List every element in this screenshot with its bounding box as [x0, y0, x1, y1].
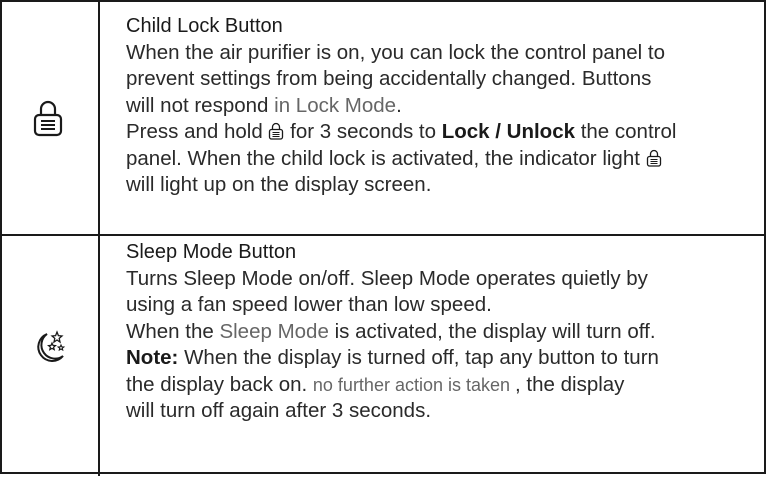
- text: Turns Sleep Mode on/off. Sleep Mode oper…: [126, 267, 648, 290]
- text-line: panel. When the child lock is activated,…: [126, 146, 746, 172]
- text-line: using a fan speed lower than low speed.: [126, 292, 746, 318]
- text: When the air purifier is on, you can loc…: [126, 41, 665, 64]
- text: prevent settings from being accidentally…: [126, 67, 652, 91]
- sleep-mode-row: Sleep Mode Button Turns Sleep Mode on/of…: [2, 234, 766, 476]
- text: will light up on the display screen.: [126, 173, 432, 197]
- text-line: When the air purifier is on, you can loc…: [126, 40, 746, 66]
- text: Sleep Mode: [219, 319, 329, 343]
- text-line: the display back on. no further action i…: [126, 372, 746, 398]
- text-line: Press and hold for 3 seconds to Lock / U…: [126, 119, 746, 145]
- text-line: will not respond in Lock Mode.: [126, 93, 746, 119]
- padlock-icon: [646, 149, 661, 167]
- text: will turn off again after 3 seconds.: [126, 399, 432, 423]
- text: Press and hold: [126, 120, 269, 144]
- text: When the: [126, 319, 220, 343]
- text: in Lock Mode: [268, 93, 397, 117]
- text-line: will turn off again after 3 seconds.: [126, 398, 746, 424]
- text: no further action is taken: [312, 374, 516, 395]
- sleep-mode-icon-cell: [2, 236, 100, 476]
- text: for 3 seconds to: [284, 120, 442, 144]
- text-line: prevent settings from being accidentally…: [126, 66, 746, 92]
- text: is activated, the display will turn off.: [328, 319, 656, 343]
- child-lock-title: Child Lock Button: [126, 15, 283, 37]
- moon-stars-icon: [37, 330, 66, 362]
- padlock-icon: [33, 100, 63, 137]
- text-line: Turns Sleep Mode on/off. Sleep Mode oper…: [126, 266, 746, 292]
- text: , the display: [515, 372, 625, 396]
- text: Lock / Unlock: [441, 120, 575, 144]
- text: using a fan speed lower than low speed.: [126, 293, 492, 317]
- child-lock-icon-cell: [2, 2, 100, 234]
- text: Note:: [126, 346, 179, 370]
- text: panel. When the child lock is activated,…: [126, 146, 646, 170]
- text: the display back on.: [126, 372, 313, 396]
- text-line: When the Sleep Mode is activated, the di…: [126, 319, 746, 345]
- sleep-mode-description: Sleep Mode Button Turns Sleep Mode on/of…: [126, 240, 746, 424]
- child-lock-description: Child Lock Button When the air purifier …: [126, 14, 746, 198]
- child-lock-row: Child Lock Button When the air purifier …: [2, 2, 766, 234]
- instruction-table: Child Lock Button When the air purifier …: [0, 0, 766, 476]
- sleep-mode-title: Sleep Mode Button: [126, 241, 297, 263]
- text: the control: [575, 120, 677, 144]
- padlock-icon: [269, 123, 284, 140]
- text: .: [396, 93, 402, 117]
- text: will not respond: [126, 93, 269, 117]
- text-line: will light up on the display screen.: [126, 172, 746, 198]
- text: When the display is turned off, tap any …: [178, 346, 659, 370]
- text-line: Note: When the display is turned off, ta…: [126, 345, 746, 371]
